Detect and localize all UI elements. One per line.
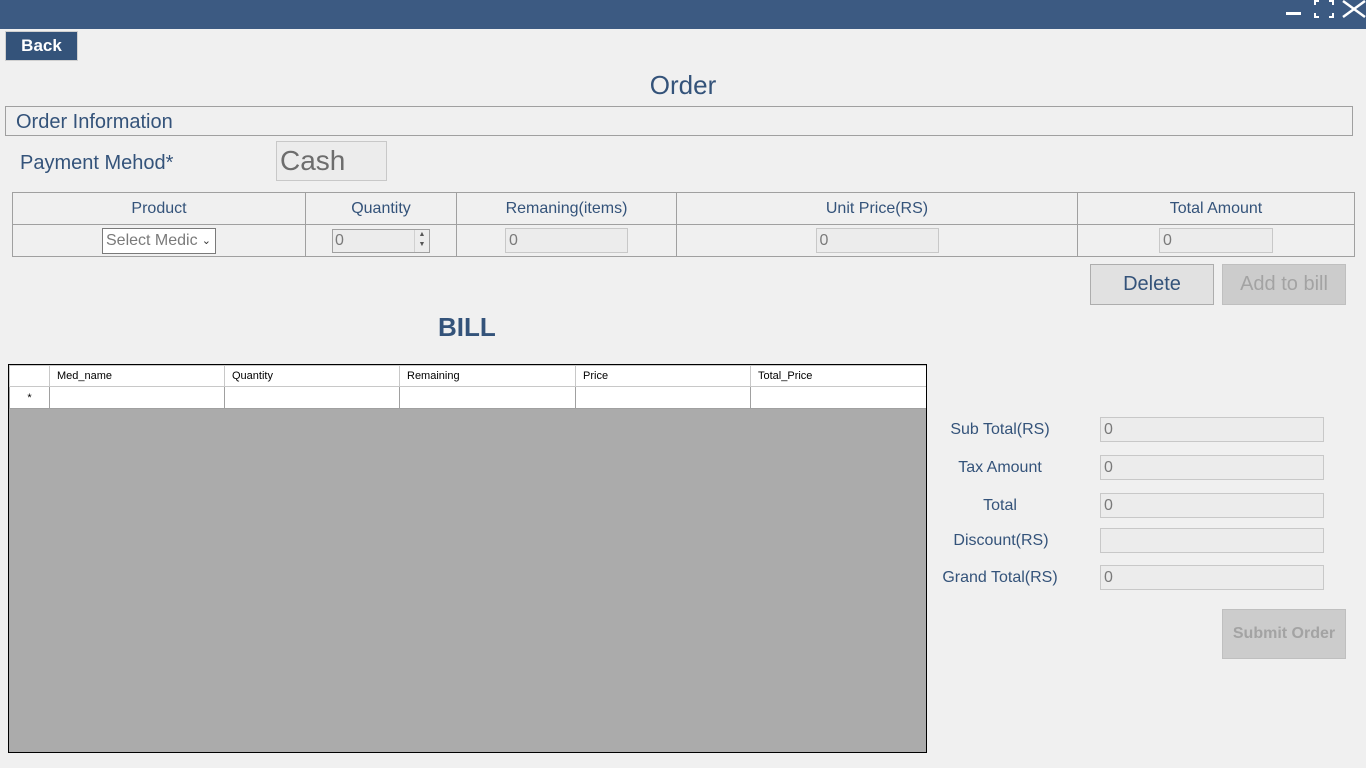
quantity-cell: 0 ▲ ▼ bbox=[305, 224, 457, 257]
total-amount-field[interactable]: 0 bbox=[1159, 228, 1273, 253]
order-entry-grid: Product Quantity Remaning(items) Unit Pr… bbox=[12, 192, 1355, 257]
discount-field[interactable] bbox=[1100, 528, 1324, 553]
column-header-med-name[interactable]: Med_name bbox=[49, 365, 225, 387]
payment-method-label: Payment Mehod* bbox=[20, 152, 174, 174]
table-cell[interactable] bbox=[49, 386, 225, 409]
tax-amount-label: Tax Amount bbox=[958, 459, 1042, 476]
total-field[interactable]: 0 bbox=[1100, 493, 1324, 518]
product-cell: Select Medic ⌄ bbox=[12, 224, 306, 257]
product-select-value: Select Medic bbox=[106, 231, 198, 249]
row-header-corner bbox=[9, 365, 50, 387]
grand-total-field[interactable]: 0 bbox=[1100, 565, 1324, 590]
remaining-header: Remaning(items) bbox=[456, 192, 677, 225]
bill-title: BILL bbox=[438, 312, 496, 342]
payment-method-field[interactable]: Cash bbox=[276, 141, 387, 181]
chevron-down-icon: ⌄ bbox=[201, 234, 211, 247]
total-amount-header: Total Amount bbox=[1077, 192, 1355, 225]
submit-order-button[interactable]: Submit Order bbox=[1222, 609, 1346, 659]
product-select[interactable]: Select Medic ⌄ bbox=[102, 227, 216, 254]
page-title: Order bbox=[649, 70, 717, 100]
total-amount-cell: 0 bbox=[1077, 224, 1355, 257]
quantity-value: 0 bbox=[335, 231, 344, 249]
quantity-header: Quantity bbox=[305, 192, 457, 225]
bill-data-grid[interactable]: Med_name Quantity Remaining Price Total_… bbox=[8, 364, 927, 753]
quantity-stepper[interactable]: 0 ▲ ▼ bbox=[332, 228, 430, 253]
unit-price-header: Unit Price(RS) bbox=[676, 192, 1078, 225]
bill-table: Med_name Quantity Remaining Price Total_… bbox=[9, 365, 926, 409]
table-cell[interactable] bbox=[750, 386, 926, 409]
product-header: Product bbox=[12, 192, 306, 225]
minimize-icon[interactable] bbox=[1286, 0, 1302, 20]
back-button[interactable]: Back bbox=[5, 31, 78, 61]
remaining-field[interactable]: 0 bbox=[505, 228, 628, 253]
column-header-quantity[interactable]: Quantity bbox=[224, 365, 400, 387]
unit-price-cell: 0 bbox=[676, 224, 1078, 257]
table-cell[interactable] bbox=[575, 386, 751, 409]
close-icon[interactable] bbox=[1342, 0, 1366, 20]
maximize-icon[interactable] bbox=[1314, 0, 1334, 20]
table-cell[interactable] bbox=[399, 386, 576, 409]
unit-price-field[interactable]: 0 bbox=[815, 228, 939, 253]
delete-button[interactable]: Delete bbox=[1090, 264, 1214, 305]
new-row: * bbox=[9, 386, 926, 409]
column-header-price[interactable]: Price bbox=[575, 365, 751, 387]
grand-total-label: Grand Total(RS) bbox=[942, 569, 1058, 586]
order-information-header: Order Information bbox=[5, 106, 1353, 136]
column-header-total-price[interactable]: Total_Price bbox=[750, 365, 926, 387]
remaining-cell: 0 bbox=[456, 224, 677, 257]
tax-amount-field[interactable]: 0 bbox=[1100, 455, 1324, 480]
title-bar bbox=[0, 0, 1366, 29]
stepper-arrows-icon[interactable]: ▲ ▼ bbox=[414, 229, 429, 252]
discount-label: Discount(RS) bbox=[953, 532, 1049, 549]
sub-total-label: Sub Total(RS) bbox=[950, 421, 1050, 438]
add-to-bill-button[interactable]: Add to bill bbox=[1222, 264, 1346, 305]
new-row-marker[interactable]: * bbox=[9, 386, 50, 409]
table-cell[interactable] bbox=[224, 386, 400, 409]
section-title: Order Information bbox=[16, 111, 173, 133]
sub-total-field[interactable]: 0 bbox=[1100, 417, 1324, 442]
total-label: Total bbox=[983, 497, 1017, 514]
column-header-remaining[interactable]: Remaining bbox=[399, 365, 576, 387]
